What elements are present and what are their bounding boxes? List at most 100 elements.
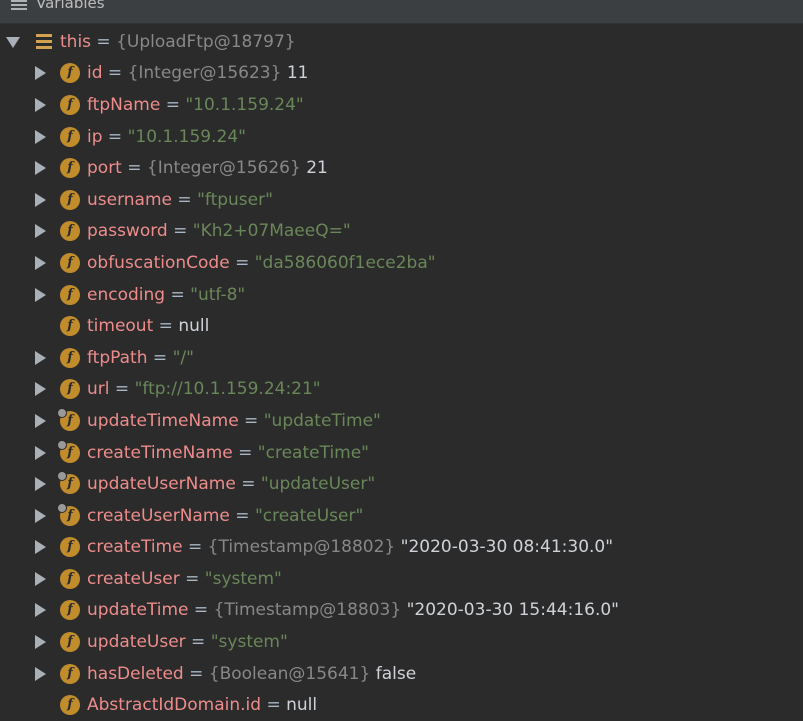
tree-row-field[interactable]: f hasDeleted = {Boolean@15641} false [0, 658, 803, 690]
field-f-icon: f [60, 379, 80, 400]
field-f-icon: f [60, 284, 80, 305]
field-value: "10.1.159.24" [185, 94, 304, 115]
field-name: createUserName [87, 505, 230, 526]
triangle-right-icon[interactable] [35, 603, 46, 618]
tree-row-field[interactable]: f obfuscationCode = "da586060f1ece2ba" [0, 247, 803, 279]
field-value: "utf-8" [190, 284, 246, 305]
tree-row-field[interactable]: f updateTimeName = "updateTime" [0, 405, 803, 437]
field-value: "10.1.159.24" [127, 126, 246, 147]
tree-row-this[interactable]: this = {UploadFtp@18797} [0, 26, 803, 58]
field-name: updateTimeName [87, 410, 239, 431]
triangle-right-icon[interactable] [35, 97, 46, 112]
field-entry: ftpName = "10.1.159.24" [87, 94, 304, 115]
field-entry: encoding = "utf-8" [87, 284, 246, 305]
field-entry: createTime = {Timestamp@18802} "2020-03-… [87, 537, 614, 558]
field-value: "system" [204, 568, 282, 589]
lock-icon [57, 471, 67, 482]
field-value: null [178, 316, 210, 337]
field-entry: id = {Integer@15623} 11 [87, 63, 309, 84]
field-name: password [87, 221, 168, 242]
triangle-right-icon[interactable] [35, 540, 46, 555]
tree-row-field[interactable]: f createUser = "system" [0, 563, 803, 595]
triangle-right-icon[interactable] [35, 508, 46, 523]
triangle-right-icon[interactable] [35, 382, 46, 397]
field-value: false [375, 663, 417, 684]
triangle-right-icon[interactable] [35, 287, 46, 302]
variables-header: Variables [0, 0, 803, 24]
tree-row-field[interactable]: f AbstractIdDomain.id = null [0, 689, 803, 721]
root-ref: {UploadFtp@18797} [116, 31, 296, 52]
tree-row-field[interactable]: f timeout = null [0, 310, 803, 342]
field-name: ip [87, 126, 103, 147]
field-value: null [286, 695, 318, 716]
root-variable: this = {UploadFtp@18797} [60, 31, 296, 52]
triangle-right-icon[interactable] [35, 571, 46, 586]
triangle-right-icon[interactable] [35, 413, 46, 428]
field-f-icon: f [60, 126, 80, 147]
tree-row-field[interactable]: f ftpPath = "/" [0, 342, 803, 374]
triangle-right-icon[interactable] [35, 129, 46, 144]
field-name: url [87, 379, 110, 400]
field-value: "/" [172, 347, 194, 368]
field-name: encoding [87, 284, 166, 305]
triangle-right-icon[interactable] [35, 192, 46, 207]
tree-row-field[interactable]: f port = {Integer@15626} 21 [0, 152, 803, 184]
field-entry: updateTimeName = "updateTime" [87, 410, 381, 431]
field-value: "createTime" [257, 442, 370, 463]
field-name: hasDeleted [87, 663, 184, 684]
menu-lines-icon [11, 0, 27, 12]
tree-row-field[interactable]: f url = "ftp://10.1.159.24:21" [0, 374, 803, 406]
field-ref: {Integer@15626} [146, 158, 301, 179]
tree-row-field[interactable]: f createTime = {Timestamp@18802} "2020-03… [0, 532, 803, 564]
triangle-right-icon[interactable] [35, 255, 46, 270]
tree-row-field[interactable]: f createTimeName = "createTime" [0, 437, 803, 469]
field-ref: {Timestamp@18802} [207, 537, 396, 558]
field-value: "ftpuser" [197, 189, 273, 210]
tree-row-field[interactable]: f id = {Integer@15623} 11 [0, 58, 803, 90]
field-entry: password = "Kh2+07MaeeQ=" [87, 221, 351, 242]
triangle-right-icon[interactable] [35, 635, 46, 650]
field-name: updateUserName [87, 474, 236, 495]
tree-row-field[interactable]: f encoding = "utf-8" [0, 279, 803, 311]
tree-row-field[interactable]: f updateUserName = "updateUser" [0, 468, 803, 500]
triangle-right-icon[interactable] [35, 445, 46, 460]
triangle-right-icon[interactable] [35, 66, 46, 81]
field-name: AbstractIdDomain.id [87, 695, 262, 716]
tree-row-field[interactable]: f ftpName = "10.1.159.24" [0, 89, 803, 121]
triangle-right-icon[interactable] [35, 350, 46, 365]
triangle-right-icon[interactable] [35, 161, 46, 176]
tree-row-field[interactable]: f username = "ftpuser" [0, 184, 803, 216]
variables-tree: this = {UploadFtp@18797} f id = {Integer@… [0, 26, 803, 721]
field-name: timeout [87, 316, 154, 337]
field-ref: {Timestamp@18803} [213, 600, 402, 621]
lock-icon [57, 439, 67, 450]
field-f-icon: f [60, 158, 80, 179]
field-value: "da586060f1ece2ba" [254, 252, 436, 273]
field-f-icon: f [60, 568, 80, 589]
tree-row-field[interactable]: f updateUser = "system" [0, 626, 803, 658]
field-value: "updateUser" [260, 474, 376, 495]
triangle-down-icon[interactable] [6, 36, 20, 48]
field-name: createUser [87, 568, 180, 589]
tree-row-field[interactable]: f ip = "10.1.159.24" [0, 121, 803, 153]
triangle-right-icon[interactable] [35, 224, 46, 239]
object-stack-icon [36, 33, 52, 50]
tree-row-field[interactable]: f updateTime = {Timestamp@18803} "2020-03… [0, 595, 803, 627]
tree-row-field[interactable]: f createUserName = "createUser" [0, 500, 803, 532]
field-f-icon: f [60, 252, 80, 273]
field-ref: {Integer@15623} [127, 63, 282, 84]
field-entry: updateTime = {Timestamp@18803} "2020-03-… [87, 600, 620, 621]
triangle-right-icon[interactable] [35, 477, 46, 492]
field-name: id [87, 63, 103, 84]
triangle-right-icon[interactable] [35, 666, 46, 681]
field-ref: {Boolean@15641} [208, 663, 371, 684]
field-name: updateUser [87, 632, 186, 653]
field-entry: hasDeleted = {Boolean@15641} false [87, 663, 417, 684]
field-entry: updateUserName = "updateUser" [87, 474, 376, 495]
field-name: username [87, 189, 172, 210]
field-value: "2020-03-30 08:41:30.0" [400, 537, 614, 558]
tree-row-field[interactable]: f password = "Kh2+07MaeeQ=" [0, 216, 803, 248]
field-name: createTimeName [87, 442, 233, 463]
field-entry: createUser = "system" [87, 568, 282, 589]
field-entry: port = {Integer@15626} 21 [87, 158, 328, 179]
